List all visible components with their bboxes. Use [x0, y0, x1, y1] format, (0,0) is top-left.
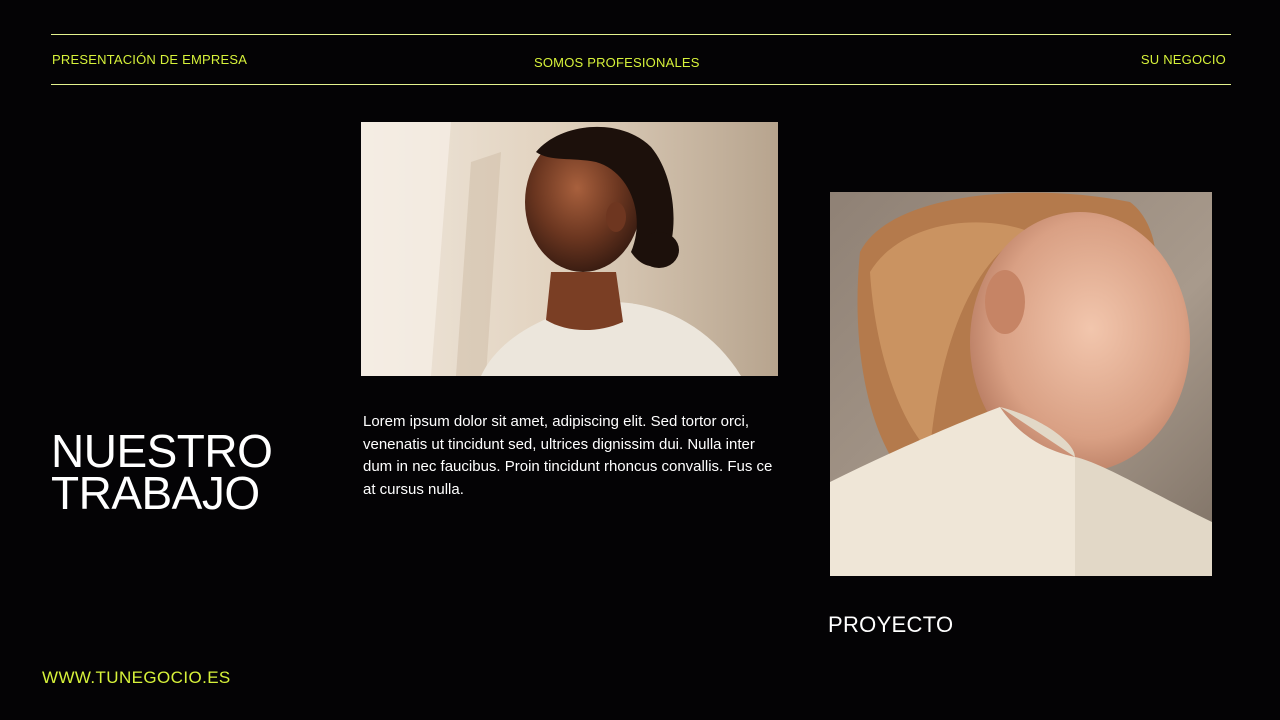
website-link[interactable]: WWW.TUNEGOCIO.ES	[42, 668, 231, 688]
header-business-label: SU NEGOCIO	[1140, 52, 1226, 67]
project-caption: PROYECTO	[828, 612, 954, 637]
portrait-photo-woman-turtleneck	[830, 192, 1212, 576]
header-company-label: PRESENTACIÓN DE EMPRESA	[52, 52, 248, 67]
header-top-rule	[51, 34, 1231, 35]
page-title: NUESTRO TRABAJO	[51, 425, 273, 519]
header-tagline: SOMOS PROFESIONALES	[534, 55, 700, 70]
portrait-photo-woman-profile	[361, 122, 778, 376]
page-title-line-1: NUESTRO	[51, 425, 273, 477]
description-paragraph: Lorem ipsum dolor sit amet, adipiscing e…	[363, 413, 773, 498]
header-bottom-rule	[51, 84, 1231, 85]
page-title-line-2: TRABAJO	[51, 467, 260, 519]
